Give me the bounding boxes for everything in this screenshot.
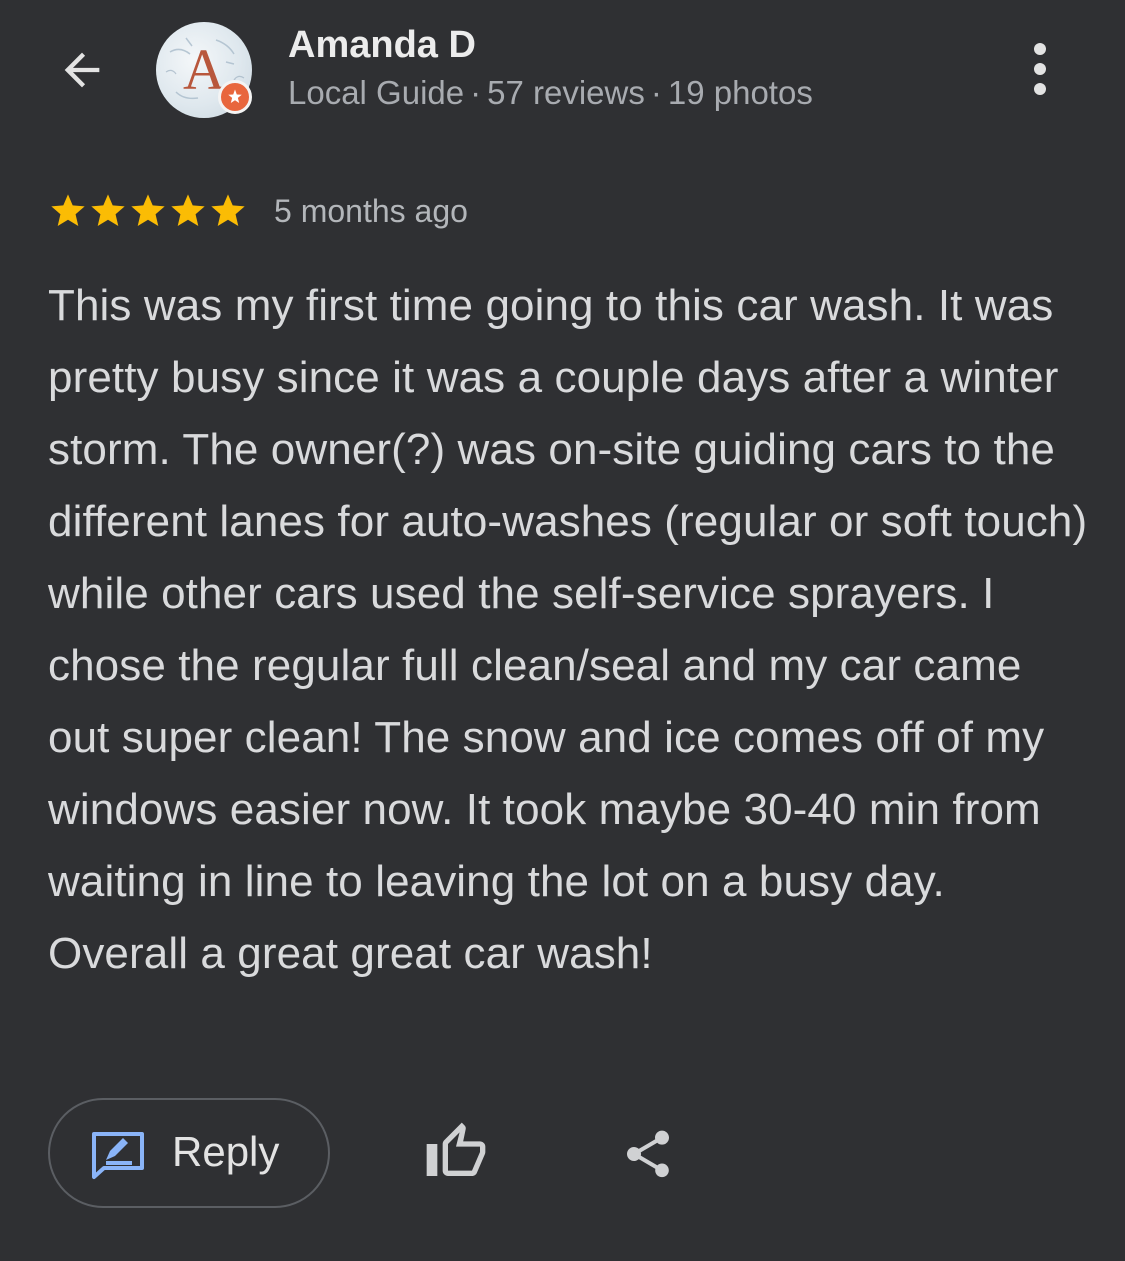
star-rating xyxy=(48,191,248,231)
more-vertical-icon xyxy=(1034,43,1046,95)
arrow-back-icon xyxy=(64,52,100,88)
star-icon xyxy=(171,194,205,226)
more-options-button[interactable] xyxy=(1012,36,1068,102)
star-icon xyxy=(131,194,165,226)
like-button[interactable] xyxy=(424,1120,488,1184)
rating-row: 5 months ago xyxy=(48,188,468,234)
back-button[interactable] xyxy=(50,38,114,102)
star-icon xyxy=(211,194,245,226)
rate-review-icon xyxy=(92,1132,144,1179)
review-count: 57 reviews xyxy=(487,74,645,111)
local-guide-badge xyxy=(218,80,252,114)
star-icon xyxy=(91,194,125,226)
photo-count: 19 photos xyxy=(667,74,813,111)
share-icon xyxy=(627,1130,669,1178)
separator-dot: · xyxy=(650,74,662,111)
review-body: This was my first time going to this car… xyxy=(48,281,1088,978)
review-time: 5 months ago xyxy=(274,192,468,229)
review-header: A Amanda D Local Guide · 57 reviews · 19 pho… xyxy=(0,0,1125,150)
reply-button[interactable]: Reply xyxy=(48,1098,330,1208)
reviewer-name[interactable]: Amanda D xyxy=(288,24,476,67)
reviewer-meta: Local Guide · 57 reviews · 19 photos xyxy=(288,74,813,112)
star-badge-icon xyxy=(228,89,242,103)
share-button[interactable] xyxy=(620,1124,676,1184)
thumb-up-icon xyxy=(426,1122,486,1176)
review-actions: Reply xyxy=(48,1098,1088,1212)
separator-dot: · xyxy=(470,74,482,111)
guide-level: Local Guide xyxy=(288,74,465,111)
avatar[interactable]: A xyxy=(156,22,252,118)
star-icon xyxy=(51,194,85,226)
reply-label: Reply xyxy=(172,1128,280,1175)
